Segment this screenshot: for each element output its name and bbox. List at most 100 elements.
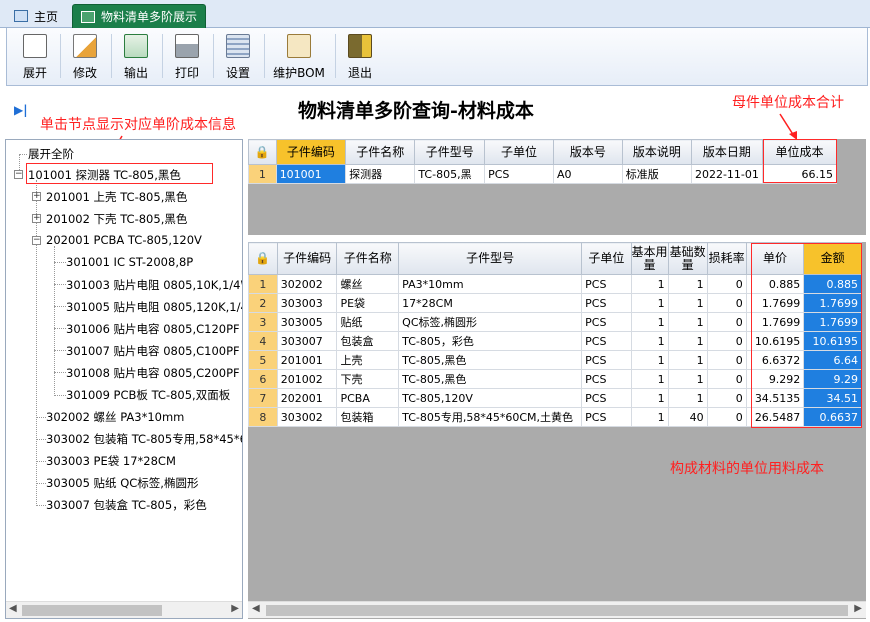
cell[interactable]: PCS (581, 369, 632, 389)
tree-item-201002[interactable]: 201002 下壳 TC-805,黑色 (46, 211, 187, 227)
col-header[interactable]: 子单位 (484, 139, 554, 165)
cell[interactable]: 0 (706, 407, 747, 427)
cell[interactable]: PA3*10mm (398, 274, 583, 294)
cell[interactable]: 1 (630, 350, 669, 370)
col-header[interactable]: 子件编码 (276, 242, 338, 275)
cell[interactable]: 1 (630, 369, 669, 389)
cell[interactable]: 下壳 (336, 369, 400, 389)
table-row[interactable]: 1 101001 探测器 TC-805,黑 PCS A0 标准版 2022-11… (248, 164, 838, 184)
tree-item-301001[interactable]: 301001 IC ST-2008,8P (66, 255, 193, 269)
tree-item-202001[interactable]: 202001 PCBA TC-805,120V (46, 233, 202, 247)
cell[interactable]: 0 (706, 350, 747, 370)
cell[interactable]: 1 (667, 350, 708, 370)
cell[interactable]: QC标签,椭圆形 (398, 312, 583, 332)
col-header[interactable]: 子件名称 (345, 139, 416, 165)
cell[interactable]: 303007 (276, 331, 338, 351)
tab-home[interactable]: 主页 (6, 4, 66, 28)
tab-bom[interactable]: 物料清单多阶展示 (72, 4, 207, 28)
cell[interactable]: 0 (706, 293, 747, 313)
cell[interactable]: 探测器 (345, 164, 416, 184)
cell[interactable]: 303002 (276, 407, 338, 427)
tree-item-301003[interactable]: 301003 贴片电阻 0805,10K,1/4W (66, 277, 242, 293)
bom-tree-panel[interactable]: 展开全阶 − 101001 探测器 TC-805,黑色 + 201001 上壳 … (5, 139, 243, 619)
cell[interactable]: TC-805专用,58*45*60CM,土黄色 (398, 407, 583, 427)
cell[interactable]: 1 (667, 369, 708, 389)
tree-root[interactable]: 展开全阶 (28, 146, 74, 162)
cell[interactable]: 1 (667, 274, 708, 294)
cell[interactable]: 202001 (276, 388, 338, 408)
col-header[interactable]: 版本日期 (690, 139, 763, 165)
cell[interactable]: TC-805,黑色 (398, 369, 583, 389)
tree-item-301005[interactable]: 301005 贴片电阻 0805,120K,1/4 (66, 299, 242, 315)
cell[interactable]: A0 (553, 164, 623, 184)
col-header[interactable]: 基本用量 (630, 242, 669, 275)
cell[interactable]: 1 (630, 388, 669, 408)
cell[interactable]: 1 (667, 312, 708, 332)
tree-item-201001[interactable]: 201001 上壳 TC-805,黑色 (46, 189, 187, 205)
cell[interactable]: 0 (706, 331, 747, 351)
tree-item-303005[interactable]: 303005 贴纸 QC标签,椭圆形 (46, 475, 198, 491)
cell[interactable]: 1 (630, 331, 669, 351)
cell[interactable]: 17*28CM (398, 293, 583, 313)
cell[interactable]: 1 (667, 388, 708, 408)
cell[interactable]: 1 (630, 274, 669, 294)
cell[interactable]: 包装盒 (336, 331, 400, 351)
tree-item-301006[interactable]: 301006 贴片电容 0805,C120PF (66, 321, 240, 337)
cell[interactable]: PCS (484, 164, 554, 184)
cell[interactable]: PE袋 (336, 293, 400, 313)
cell[interactable]: PCS (581, 274, 632, 294)
cell[interactable]: TC-805,120V (398, 388, 583, 408)
tree-item-303003[interactable]: 303003 PE袋 17*28CM (46, 453, 176, 469)
cell[interactable]: TC-805,黑 (414, 164, 486, 184)
col-header[interactable]: 版本号 (553, 139, 623, 165)
cell[interactable]: 1 (630, 407, 669, 427)
exit-button[interactable]: 退出 (338, 32, 382, 82)
expand-button[interactable]: 展开 (13, 32, 57, 82)
cell[interactable]: 0 (706, 388, 747, 408)
col-header[interactable]: 版本说明 (621, 139, 692, 165)
col-header[interactable]: 子件型号 (414, 139, 486, 165)
cell[interactable]: PCS (581, 312, 632, 332)
col-header[interactable]: 损耗率 (706, 242, 747, 275)
cell[interactable]: 40 (667, 407, 708, 427)
cell[interactable]: PCS (581, 407, 632, 427)
cell[interactable]: 101001 (275, 164, 347, 184)
col-header[interactable]: 子单位 (581, 242, 632, 275)
cell[interactable]: PCS (581, 350, 632, 370)
cell[interactable]: 302002 (276, 274, 338, 294)
cell[interactable]: 包装箱 (336, 407, 400, 427)
collapse-panel-icon[interactable]: ▶| (14, 103, 28, 117)
expand-icon[interactable]: + (32, 192, 41, 201)
tree-item-301009[interactable]: 301009 PCB板 TC-805,双面板 (66, 387, 230, 403)
col-header[interactable]: 基础数量 (667, 242, 708, 275)
cell[interactable]: 0 (706, 369, 747, 389)
cell[interactable]: 上壳 (336, 350, 400, 370)
col-header[interactable]: 子件型号 (398, 242, 583, 275)
collapse-icon[interactable]: − (32, 236, 41, 245)
tree-item-303002[interactable]: 303002 包装箱 TC-805专用,58*45*60 (46, 431, 242, 447)
cell[interactable]: 201002 (276, 369, 338, 389)
collapse-icon[interactable]: − (14, 170, 23, 179)
cell[interactable]: 贴纸 (336, 312, 400, 332)
tree-item-303007[interactable]: 303007 包装盒 TC-805，彩色 (46, 497, 207, 513)
grid-horizontal-scrollbar[interactable]: ◀ ▶ (248, 601, 866, 618)
cell[interactable]: PCS (581, 388, 632, 408)
cell[interactable]: 303005 (276, 312, 338, 332)
cell[interactable]: 2022-11-01 (690, 164, 763, 184)
col-header[interactable]: 子件名称 (336, 242, 400, 275)
cell[interactable]: 标准版 (621, 164, 692, 184)
modify-button[interactable]: 修改 (63, 32, 107, 82)
print-button[interactable]: 打印 (165, 32, 209, 82)
cell[interactable]: PCBA (336, 388, 400, 408)
maintain-bom-button[interactable]: 维护BOM (267, 32, 331, 82)
cell[interactable]: PCS (581, 331, 632, 351)
cell[interactable]: 1 (630, 312, 669, 332)
tree-item-302002[interactable]: 302002 螺丝 PA3*10mm (46, 409, 184, 425)
cell[interactable]: 1 (667, 331, 708, 351)
cell[interactable]: 201001 (276, 350, 338, 370)
settings-button[interactable]: 设置 (216, 32, 260, 82)
expand-icon[interactable]: + (32, 214, 41, 223)
cell[interactable]: 0 (706, 312, 747, 332)
cell[interactable]: PCS (581, 293, 632, 313)
col-header[interactable]: 子件编码 (275, 139, 347, 165)
